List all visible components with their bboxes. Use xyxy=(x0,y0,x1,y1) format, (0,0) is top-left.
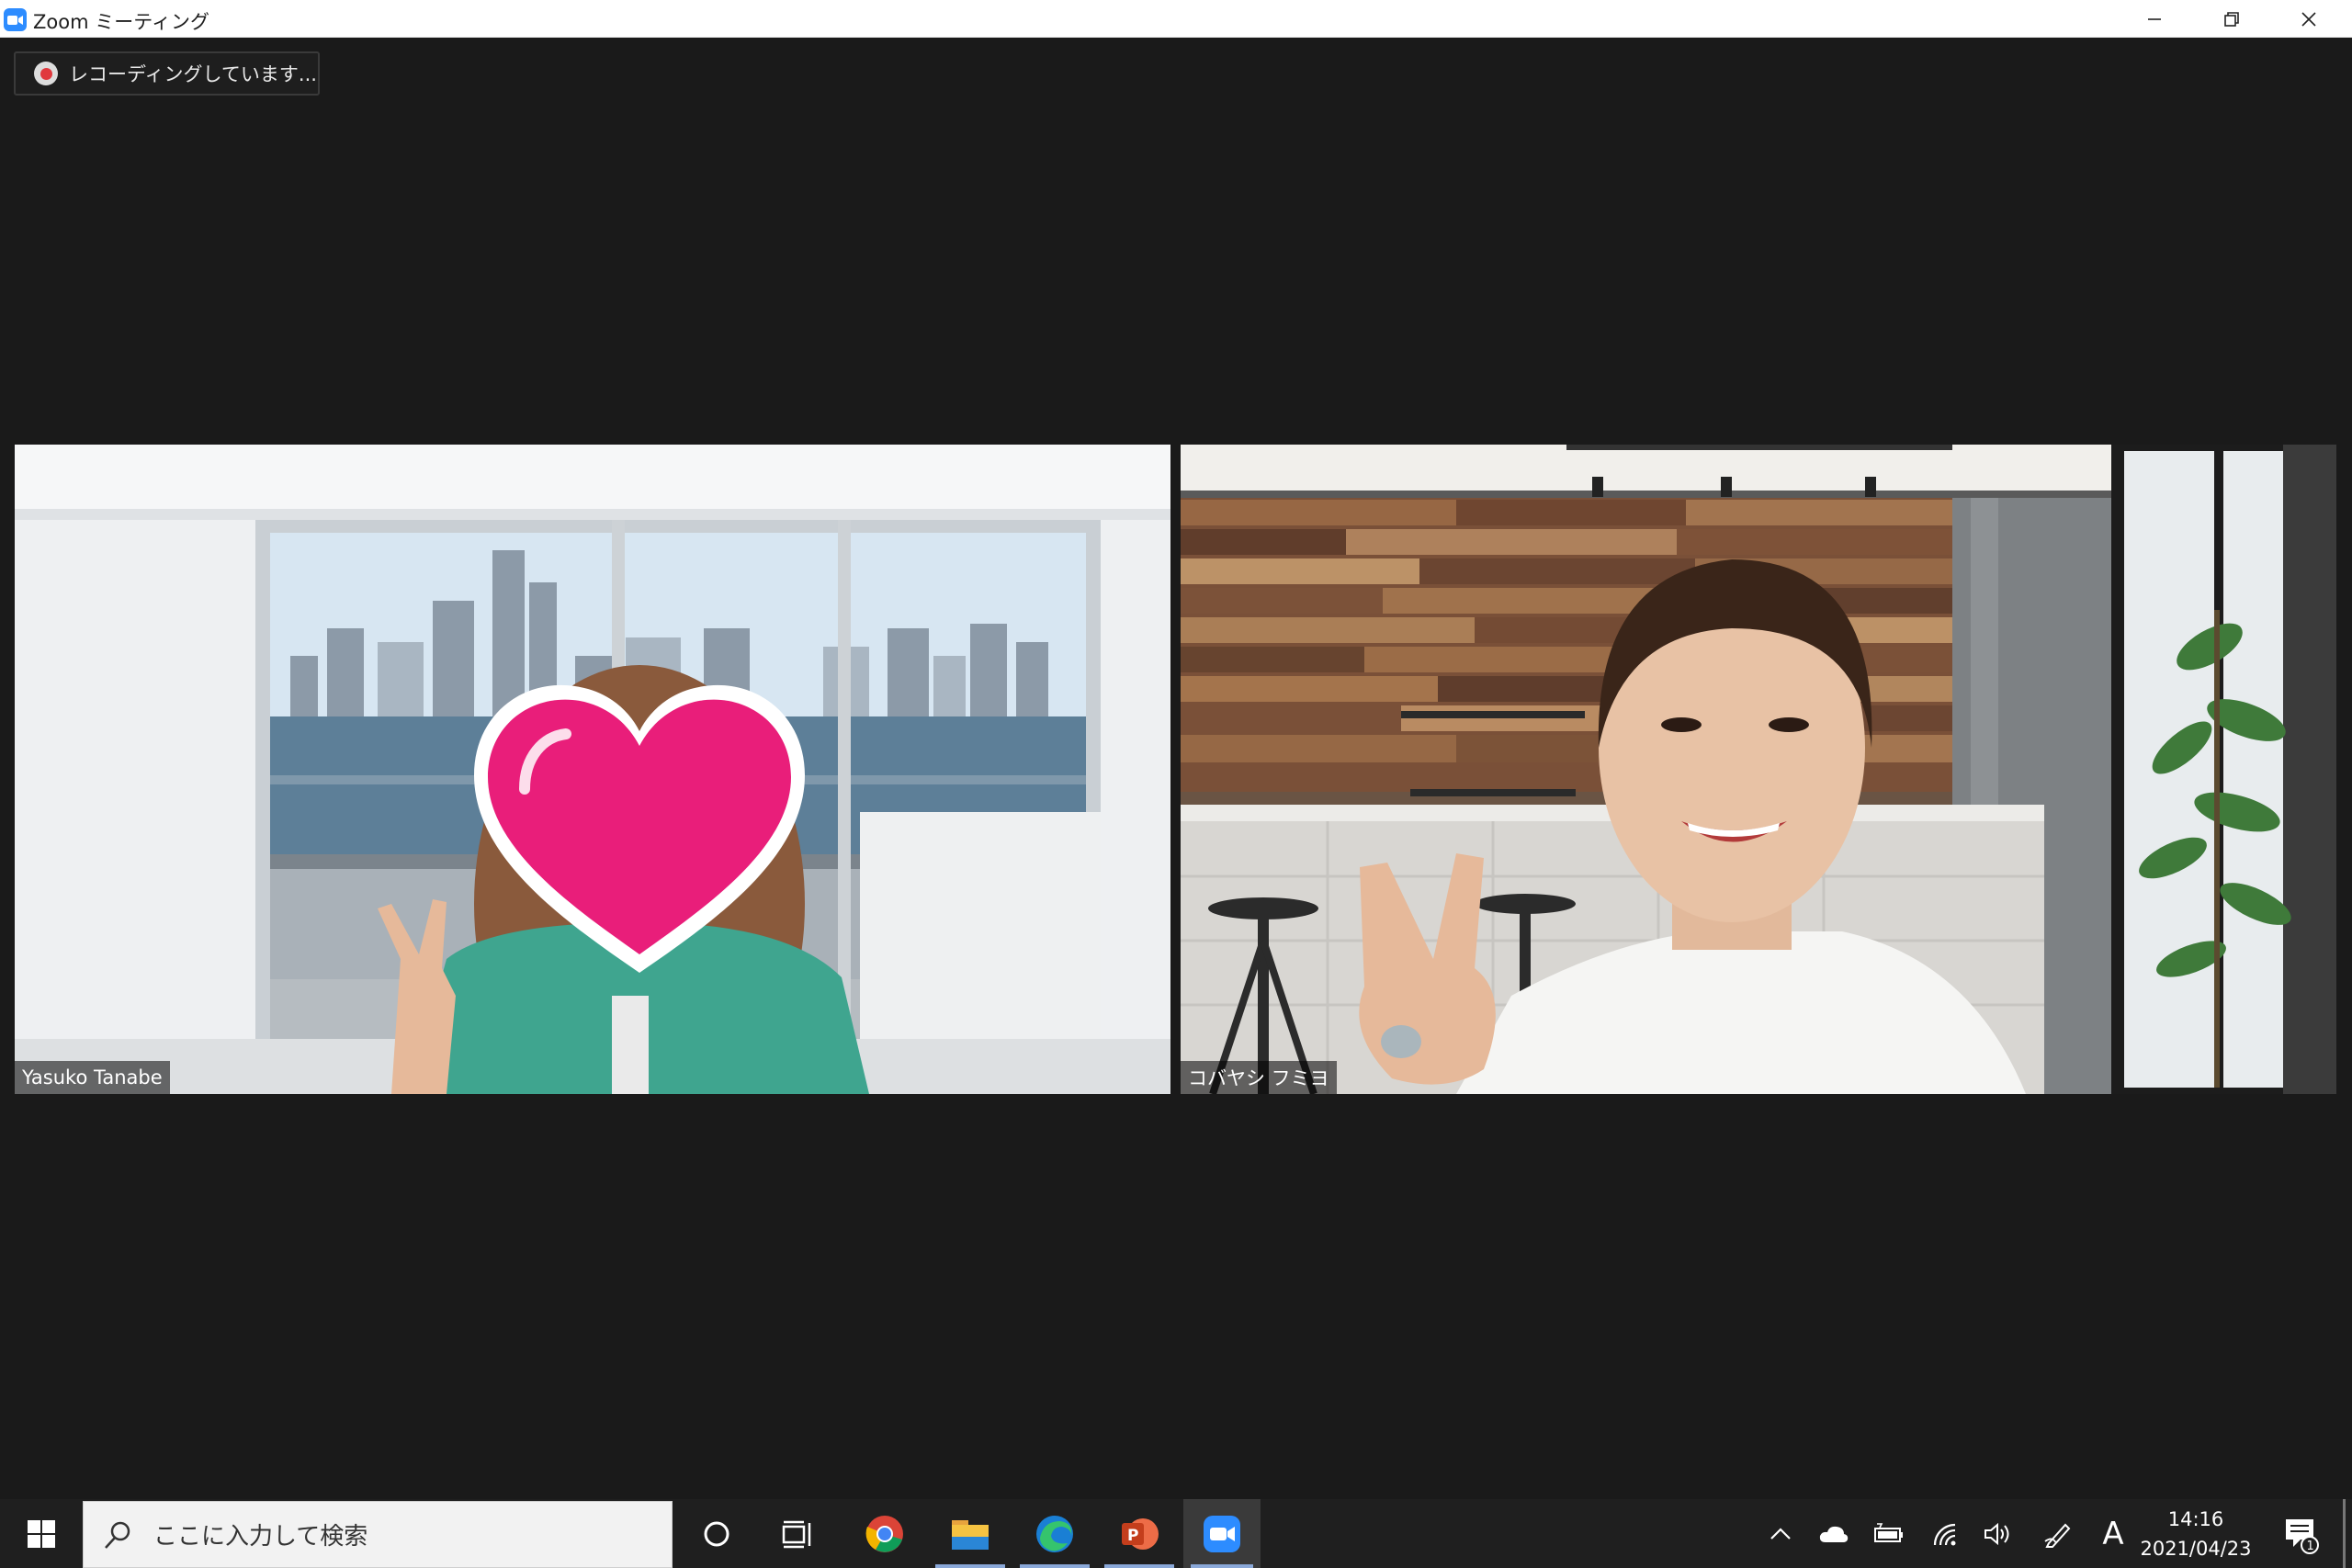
onedrive-tray[interactable] xyxy=(1810,1499,1858,1568)
window-title: Zoom ミーティング xyxy=(33,11,209,33)
participant-video xyxy=(15,445,1170,1094)
pen-workspace-tray[interactable] xyxy=(2034,1499,2084,1568)
zoom-app-icon xyxy=(4,8,27,31)
cortana-icon xyxy=(704,1521,729,1546)
recording-indicator[interactable]: レコーディングしています... xyxy=(14,51,320,96)
title-bar: Zoom ミーティング xyxy=(0,0,2352,38)
taskbar-powerpoint[interactable]: P xyxy=(1097,1499,1182,1568)
recording-icon xyxy=(34,62,58,85)
taskbar-clock[interactable]: 14:16 2021/04/23 xyxy=(2132,1499,2260,1568)
ime-mode-indicator[interactable]: A xyxy=(2089,1499,2137,1568)
recording-label: レコーディングしています... xyxy=(69,63,317,85)
participant-video-tile[interactable]: Yasuko Tanabe xyxy=(15,445,1170,1094)
windows-logo-icon xyxy=(28,1519,55,1548)
clock-date: 2021/04/23 xyxy=(2140,1537,2252,1560)
minimize-icon xyxy=(2148,17,2161,20)
onedrive-cloud-icon xyxy=(1819,1526,1849,1542)
chevron-up-icon xyxy=(1770,1527,1791,1540)
battery-icon xyxy=(1874,1522,1903,1542)
clock-time: 14:16 xyxy=(2167,1507,2224,1530)
cortana-button[interactable] xyxy=(676,1499,757,1568)
edge-icon xyxy=(1036,1515,1073,1552)
battery-tray[interactable] xyxy=(1865,1499,1913,1568)
participant-name-label: Yasuko Tanabe xyxy=(15,1061,170,1094)
powerpoint-icon: P xyxy=(1122,1517,1159,1550)
taskbar-file-explorer[interactable] xyxy=(928,1499,1012,1568)
show-hidden-icons-button[interactable] xyxy=(1757,1499,1804,1568)
wifi-icon xyxy=(1933,1523,1956,1545)
minimize-button[interactable] xyxy=(2116,0,2193,38)
taskbar-search-box[interactable]: ここに入力して検索 xyxy=(83,1501,673,1568)
zoom-icon xyxy=(1204,1515,1240,1552)
notification-count: 1 xyxy=(2307,1540,2314,1553)
action-center-button[interactable]: 1 xyxy=(2264,1499,2337,1568)
taskbar-edge[interactable] xyxy=(1012,1499,1097,1568)
svg-text:P: P xyxy=(1127,1527,1138,1545)
speaker-icon xyxy=(1984,1522,2009,1545)
participant-video xyxy=(1181,445,2336,1094)
pen-icon xyxy=(2044,1523,2071,1548)
volume-tray[interactable] xyxy=(1973,1499,2021,1568)
close-button[interactable] xyxy=(2270,0,2347,38)
restore-icon xyxy=(2224,11,2239,27)
taskbar-zoom[interactable] xyxy=(1183,1499,1261,1568)
start-button[interactable] xyxy=(0,1499,83,1568)
task-view-icon xyxy=(782,1520,811,1548)
windows-taskbar: ここに入力して検索 P A 14:16 2021/04/23 1 xyxy=(0,1499,2352,1568)
search-placeholder: ここに入力して検索 xyxy=(153,1523,368,1551)
participant-video-tile[interactable]: コバヤシ フミヨ xyxy=(1181,445,2336,1094)
search-icon xyxy=(105,1521,130,1549)
task-view-button[interactable] xyxy=(757,1499,838,1568)
show-desktop-button[interactable] xyxy=(2343,1499,2346,1568)
taskbar-chrome[interactable] xyxy=(843,1499,926,1568)
close-icon xyxy=(2301,11,2316,27)
restore-button[interactable] xyxy=(2193,0,2270,38)
participant-name-label: コバヤシ フミヨ xyxy=(1181,1061,1337,1094)
ime-mode-label: A xyxy=(2102,1515,2124,1552)
notification-icon: 1 xyxy=(2286,1518,2319,1554)
chrome-icon xyxy=(865,1515,903,1552)
network-tray[interactable] xyxy=(1922,1499,1970,1568)
file-explorer-icon xyxy=(952,1519,989,1550)
